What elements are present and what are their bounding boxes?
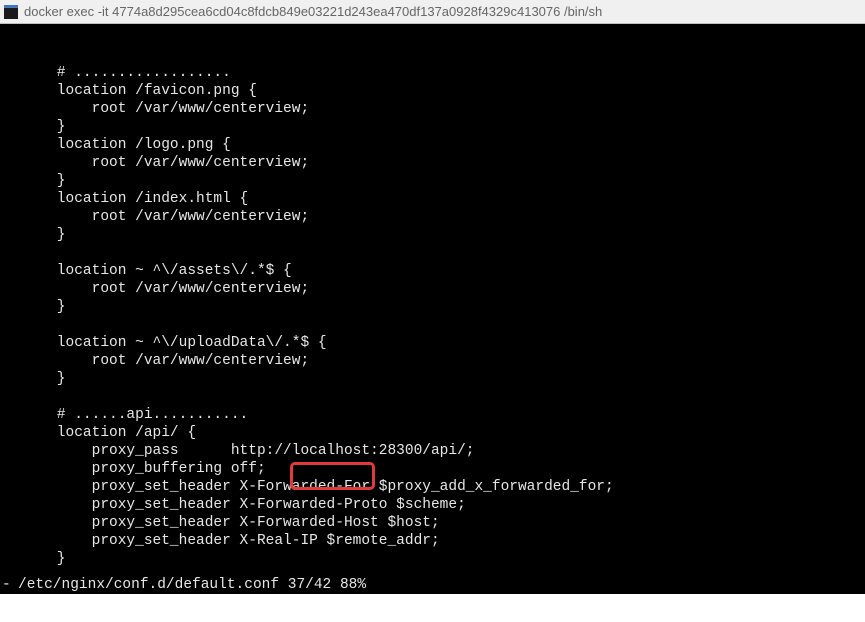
editor-statusline: - /etc/nginx/conf.d/default.conf 37/42 8…	[0, 576, 865, 594]
window-titlebar: docker exec -it 4774a8d295cea6cd04c8fdcb…	[0, 0, 865, 24]
statusline-mode-indicator: -	[0, 576, 19, 594]
window-title: docker exec -it 4774a8d295cea6cd04c8fdcb…	[24, 4, 602, 19]
terminal-viewport[interactable]: # .................. location /favicon.p…	[0, 24, 865, 594]
terminal-content: # .................. location /favicon.p…	[22, 64, 857, 568]
statusline-text: /etc/nginx/conf.d/default.conf 37/42 88%	[8, 577, 366, 593]
terminal-icon	[4, 5, 18, 19]
